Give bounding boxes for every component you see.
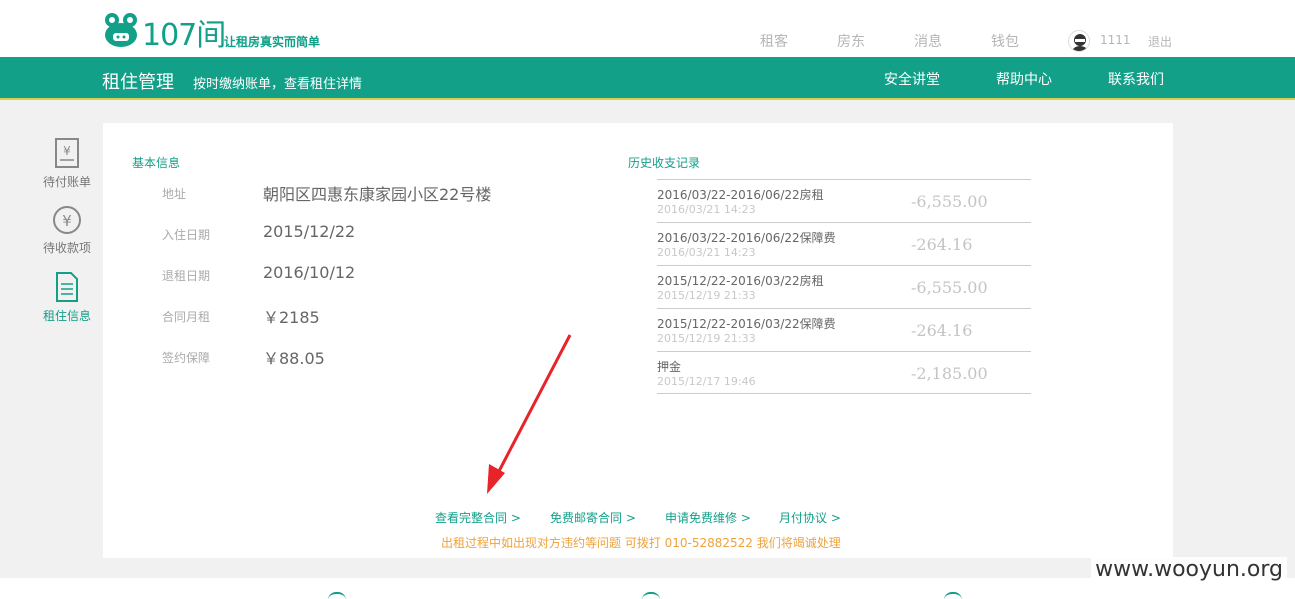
history-amount: -2,185.00	[911, 364, 988, 383]
basic-info-title: 基本信息	[132, 156, 181, 170]
info-label: 合同月租	[162, 310, 211, 324]
history-desc: 2015/12/22-2016/03/22房租	[657, 274, 824, 288]
monthly-payment-agreement-link[interactable]: 月付协议 >	[779, 509, 841, 526]
avatar[interactable]	[1068, 30, 1090, 52]
view-full-contract-link[interactable]: 查看完整合同 >	[435, 509, 521, 526]
list-item: 2016/03/22-2016/06/22保障费 2016/03/21 14:2…	[657, 222, 1031, 265]
sidebar-item-rental-info[interactable]: 租住信息	[32, 271, 102, 324]
nav-wallet[interactable]: 钱包	[991, 31, 1019, 51]
contact-us-link[interactable]: 联系我们	[1108, 69, 1164, 89]
history-amount: -6,555.00	[911, 192, 988, 211]
free-mail-contract-link[interactable]: 免费邮寄合同 >	[550, 509, 636, 526]
info-label: 入住日期	[162, 228, 211, 242]
logo-text: 107间	[142, 18, 226, 53]
svg-text:¥: ¥	[63, 144, 71, 158]
safety-lecture-link[interactable]: 安全讲堂	[884, 69, 940, 89]
user-avatar-icon	[1072, 34, 1088, 51]
bill-icon: ¥	[55, 138, 79, 168]
info-label: 地址	[162, 187, 187, 201]
nav-messages[interactable]: 消息	[914, 31, 942, 51]
info-value-move-out: 2016/10/12	[263, 263, 356, 282]
slogan: 让租房真实而简单	[224, 35, 321, 49]
info-value-guarantee: ￥88.05	[263, 349, 325, 368]
history-desc: 2015/12/22-2016/03/22保障费	[657, 317, 836, 331]
footer-icon	[944, 592, 962, 599]
info-value-monthly-rent: ￥2185	[263, 308, 320, 327]
sidebar-item-label: 租住信息	[42, 309, 91, 323]
nav-landlord[interactable]: 房东	[837, 31, 865, 51]
sidebar-item-receivables[interactable]: ¥ 待收款项	[32, 205, 102, 256]
main-panel: 基本信息 地址 朝阳区四惠东康家园小区22号楼 入住日期 2015/12/22 …	[103, 123, 1173, 558]
history-list: 2016/03/22-2016/06/22房租 2016/03/21 14:23…	[657, 179, 1031, 394]
history-time: 2016/03/21 14:23	[657, 203, 756, 216]
footer-icon	[328, 592, 346, 599]
history-title: 历史收支记录	[628, 156, 701, 170]
document-icon	[56, 272, 78, 302]
history-time: 2016/03/21 14:23	[657, 246, 756, 259]
page-title: 租住管理	[102, 72, 174, 93]
section-bar: 租住管理 按时缴纳账单，查看租住详情 安全讲堂 帮助中心 联系我们	[0, 57, 1295, 100]
yuan-circle-icon: ¥	[53, 206, 81, 234]
notice-text: 出租过程中如出现对方违约等问题 可拨打 010-52882522 我们将竭诚处理	[441, 536, 841, 550]
history-time: 2015/12/19 21:33	[657, 332, 756, 345]
list-item: 押金 2015/12/17 19:46 -2,185.00	[657, 351, 1031, 394]
list-item: 2015/12/22-2016/03/22房租 2015/12/19 21:33…	[657, 265, 1031, 308]
history-desc: 2016/03/22-2016/06/22房租	[657, 188, 824, 202]
sidebar-item-bills[interactable]: ¥ 待付账单	[32, 137, 102, 190]
svg-text:¥: ¥	[62, 212, 72, 230]
page-subtitle: 按时缴纳账单，查看租住详情	[193, 77, 363, 92]
top-header: 107间 让租房真实而简单 租客 房东 消息 钱包 1111 退出	[0, 0, 1295, 57]
logout-link[interactable]: 退出	[1148, 33, 1172, 50]
info-value-move-in: 2015/12/22	[263, 222, 356, 241]
history-time: 2015/12/17 19:46	[657, 375, 756, 388]
list-item: 2016/03/22-2016/06/22房租 2016/03/21 14:23…	[657, 179, 1031, 222]
history-desc: 2016/03/22-2016/06/22保障费	[657, 231, 836, 245]
info-label: 退租日期	[162, 269, 211, 283]
history-amount: -264.16	[911, 321, 973, 340]
sidebar-item-label: 待收款项	[42, 241, 91, 255]
request-free-repair-link[interactable]: 申请免费维修 >	[665, 509, 751, 526]
footer-icon	[642, 592, 660, 599]
history-desc: 押金	[657, 360, 682, 374]
history-amount: -264.16	[911, 235, 973, 254]
list-item: 2015/12/22-2016/03/22保障费 2015/12/19 21:3…	[657, 308, 1031, 351]
info-value-address: 朝阳区四惠东康家园小区22号楼	[263, 185, 492, 204]
help-center-link[interactable]: 帮助中心	[996, 69, 1052, 89]
nav-tenant[interactable]: 租客	[760, 31, 788, 51]
sidebar-item-label: 待付账单	[42, 175, 91, 189]
watermark: www.wooyun.org	[1091, 557, 1287, 582]
info-label: 签约保障	[162, 351, 211, 365]
username[interactable]: 1111	[1100, 33, 1131, 47]
frog-logo-icon	[105, 13, 137, 47]
history-amount: -6,555.00	[911, 278, 988, 297]
logo[interactable]: 107间 让租房真实而简单	[102, 8, 332, 53]
history-time: 2015/12/19 21:33	[657, 289, 756, 302]
